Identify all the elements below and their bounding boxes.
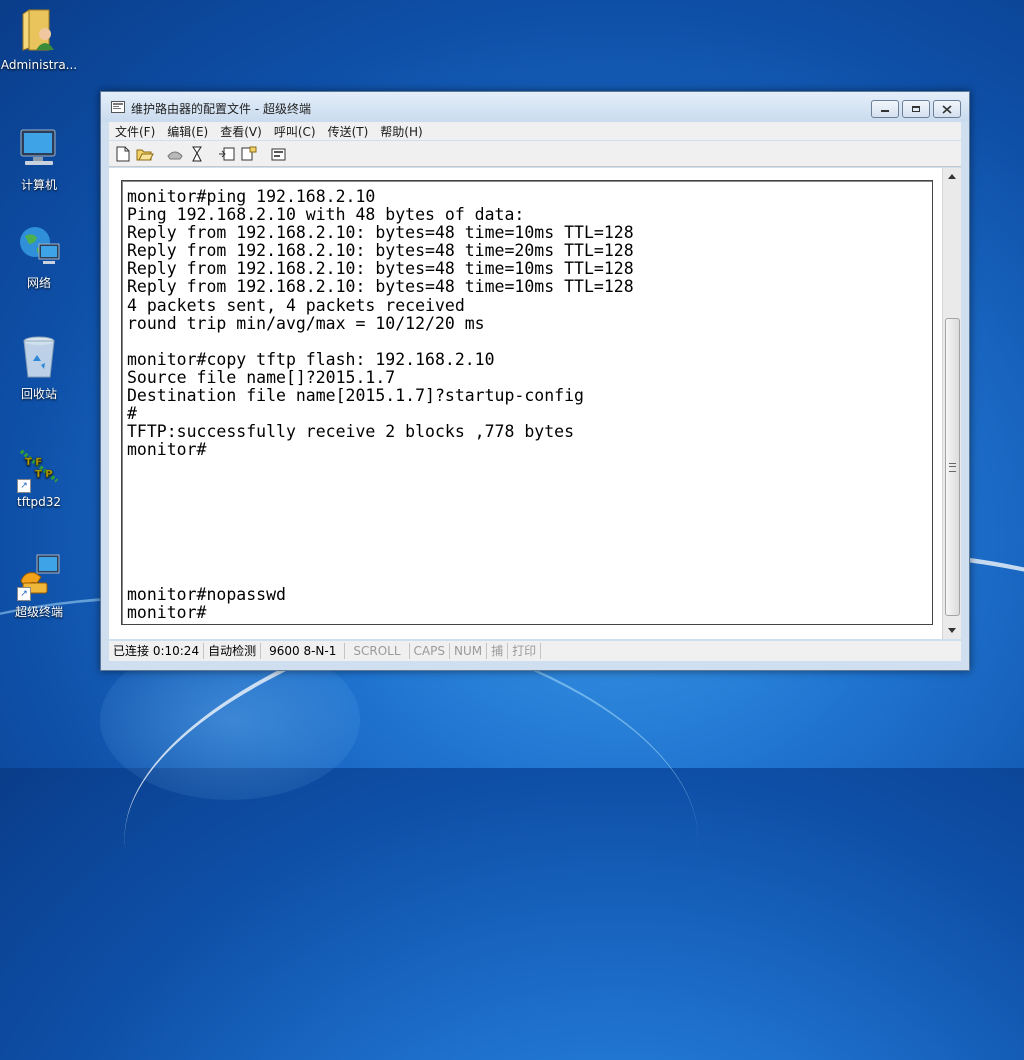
scroll-up-button[interactable]: [943, 168, 961, 185]
window-title: 维护路由器的配置文件 - 超级终端: [131, 102, 311, 116]
desktop-icon-computer[interactable]: 计算机: [0, 124, 78, 193]
terminal-line: monitor#nopasswd: [127, 585, 286, 605]
status-bar: 已连接 0:10:24 自动检测 9600 8-N-1 SCROLL CAPS …: [109, 641, 961, 661]
call-icon: [192, 146, 202, 161]
network-icon: [15, 222, 63, 270]
hyperterminal-window: 维护路由器的配置文件 - 超级终端 文件(F) 编辑(E) 查看(V) 呼叫(C…: [100, 91, 970, 671]
minimize-button[interactable]: [871, 100, 899, 118]
terminal-area: monitor#ping 192.168.2.10 Ping 192.168.2.…: [109, 168, 961, 639]
desktop-icon-tftpd32[interactable]: T F T P ↗ tftpd32: [0, 443, 78, 509]
status-port: 9600 8-N-1: [261, 643, 346, 659]
desktop-icon-network[interactable]: 网络: [0, 222, 78, 291]
restore-icon: [912, 106, 920, 112]
status-print: 打印: [508, 643, 542, 659]
tftpd32-icon: T F T P ↗: [15, 443, 63, 493]
menu-help[interactable]: 帮助(H): [374, 123, 428, 140]
app-icon: [111, 101, 125, 113]
open-button[interactable]: [135, 144, 155, 164]
terminal-line: monitor#ping 192.168.2.10: [127, 188, 376, 206]
send-button[interactable]: [217, 144, 237, 164]
terminal-frame: monitor#ping 192.168.2.10 Ping 192.168.2.…: [121, 180, 933, 625]
desktop-icon-recycle-bin[interactable]: 回收站: [0, 333, 78, 402]
status-num: NUM: [450, 643, 488, 659]
status-caps: CAPS: [410, 643, 450, 659]
menu-bar: 文件(F) 编辑(E) 查看(V) 呼叫(C) 传送(T) 帮助(H): [109, 122, 961, 140]
scroll-down-button[interactable]: [943, 622, 961, 639]
terminal-line: Source file name[]?2015.1.7: [127, 367, 396, 387]
grip-icon: [949, 462, 956, 472]
arrow-up-icon: [948, 174, 956, 179]
menu-edit[interactable]: 编辑(E): [161, 123, 214, 140]
terminal-line: Reply from 192.168.2.10: bytes=48 time=1…: [127, 223, 634, 243]
terminal-line: Reply from 192.168.2.10: bytes=48 time=1…: [127, 259, 634, 279]
disconnect-button[interactable]: [165, 144, 185, 164]
close-button[interactable]: [933, 100, 961, 118]
status-connected: 已连接 0:10:24: [109, 643, 205, 659]
new-icon: [116, 146, 130, 161]
new-connection-button[interactable]: [113, 144, 133, 164]
menu-call[interactable]: 呼叫(C): [268, 123, 322, 140]
terminal-line: monitor#: [127, 440, 207, 460]
desktop-icon-hyperterminal[interactable]: ↗ 超级终端: [0, 551, 78, 620]
call-button[interactable]: [187, 144, 207, 164]
menu-file[interactable]: 文件(F): [109, 123, 161, 140]
status-scroll: SCROLL: [345, 643, 410, 659]
scroll-thumb[interactable]: [945, 318, 960, 616]
arrow-down-icon: [948, 628, 956, 633]
receive-button[interactable]: [239, 144, 259, 164]
desktop-icon-administrator[interactable]: Administra...: [0, 6, 78, 72]
status-detect: 自动检测: [204, 643, 262, 659]
terminal-line: TFTP:successfully receive 2 blocks ,778 …: [127, 422, 575, 442]
terminal-output[interactable]: monitor#ping 192.168.2.10 Ping 192.168.2.…: [127, 188, 927, 618]
open-icon: [136, 149, 154, 160]
shortcut-arrow-icon: ↗: [17, 479, 31, 493]
title-bar[interactable]: 维护路由器的配置文件 - 超级终端: [101, 92, 969, 122]
send-icon: [219, 147, 235, 160]
terminal-line: Reply from 192.168.2.10: bytes=48 time=1…: [127, 277, 634, 297]
maximize-button[interactable]: [902, 100, 930, 118]
tftpd32-logo-text: T P: [35, 469, 53, 480]
terminal-line: 4 packets sent, 4 packets received: [127, 295, 465, 315]
window-controls: [871, 100, 961, 118]
terminal-line: Reply from 192.168.2.10: bytes=48 time=2…: [127, 241, 634, 261]
menu-view[interactable]: 查看(V): [214, 123, 268, 140]
user-folder-icon: [15, 6, 63, 54]
terminal-line: monitor#: [127, 603, 207, 618]
terminal-line: Destination file name[2015.1.7]?startup-…: [127, 386, 584, 406]
properties-icon: [271, 148, 286, 160]
computer-icon: [15, 124, 63, 172]
hyperterminal-icon: ↗: [15, 551, 63, 601]
disconnect-icon: [167, 151, 183, 159]
tftpd32-logo-text: T F: [25, 457, 42, 468]
vertical-scrollbar[interactable]: [942, 168, 961, 639]
status-capture: 捕: [487, 643, 509, 659]
terminal-line: monitor#copy tftp flash: 192.168.2.10: [127, 349, 495, 369]
shortcut-arrow-icon: ↗: [17, 587, 31, 601]
receive-icon: [241, 146, 257, 160]
recycle-bin-icon: [15, 333, 63, 381]
terminal-line: #: [127, 404, 137, 424]
minimize-icon: [881, 110, 889, 112]
toolbar: [109, 141, 961, 167]
terminal-line: Ping 192.168.2.10 with 48 bytes of data:: [127, 205, 525, 225]
properties-button[interactable]: [269, 144, 289, 164]
close-icon: [942, 104, 952, 114]
menu-transfer[interactable]: 传送(T): [322, 123, 375, 140]
terminal-line: round trip min/avg/max = 10/12/20 ms: [127, 313, 485, 333]
